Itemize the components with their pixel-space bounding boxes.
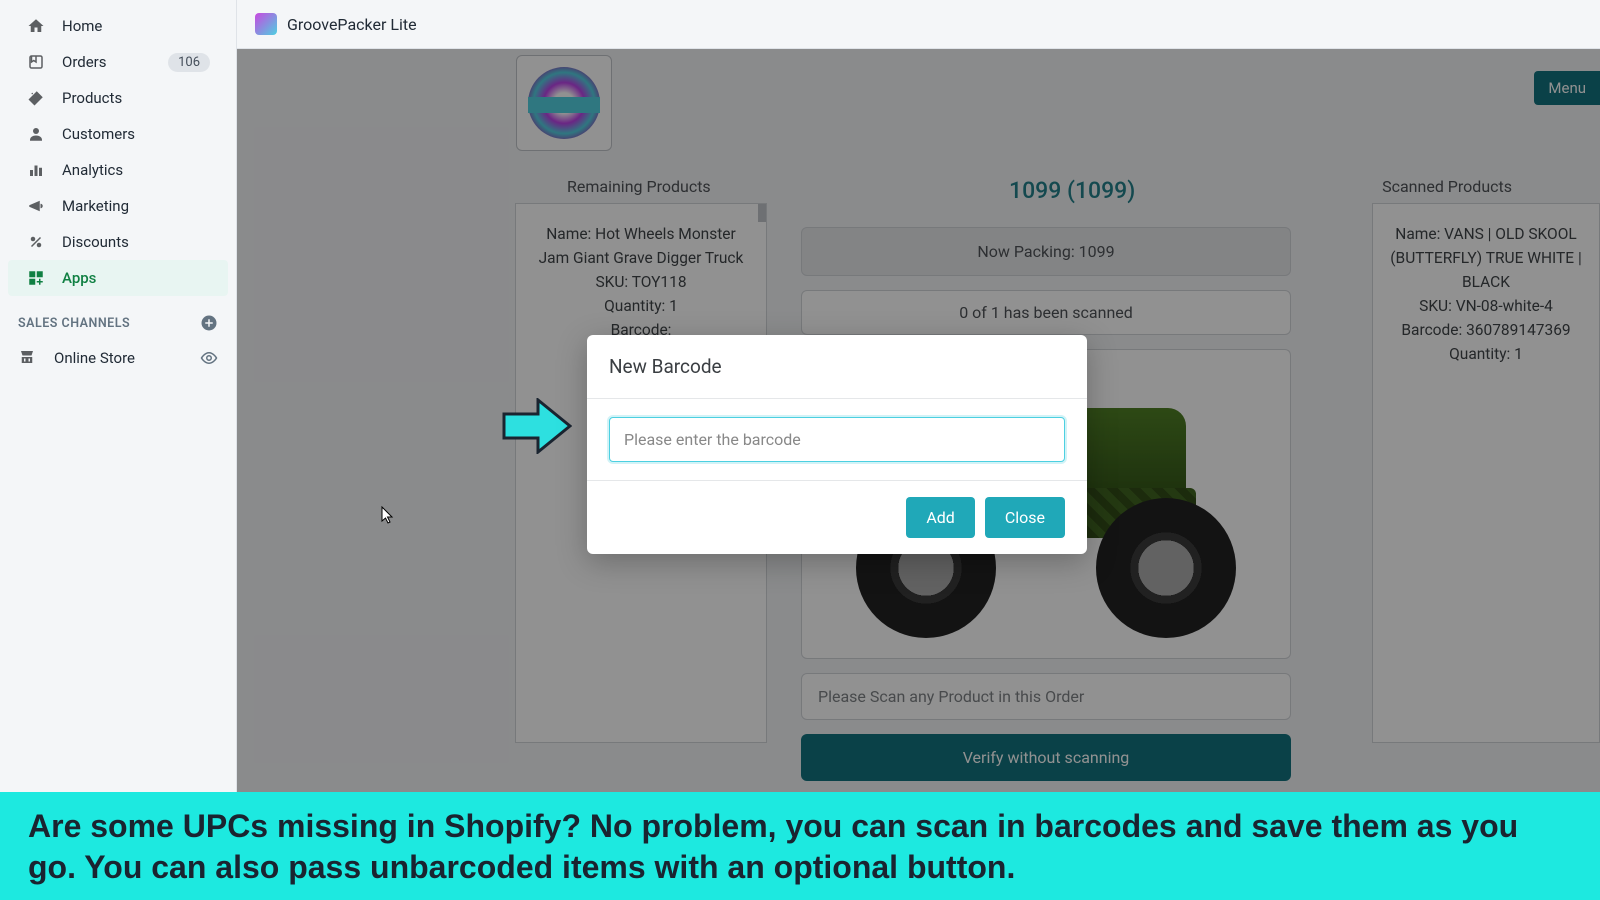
sidebar: Home Orders 106 Products Customers Analy… — [0, 0, 237, 900]
discounts-icon — [26, 232, 46, 252]
app-logo-icon — [255, 13, 277, 35]
sidebar-item-label: Products — [62, 89, 122, 107]
caption-banner: Are some UPCs missing in Shopify? No pro… — [0, 792, 1600, 900]
sidebar-item-label: Analytics — [62, 161, 123, 179]
add-channel-icon[interactable] — [200, 314, 218, 332]
sidebar-item-label: Customers — [62, 125, 135, 143]
channel-label: Online Store — [54, 349, 135, 367]
sidebar-item-label: Home — [62, 17, 102, 35]
barcode-input[interactable] — [609, 417, 1065, 462]
apps-icon — [26, 268, 46, 288]
sidebar-item-apps[interactable]: Apps — [8, 260, 228, 296]
sidebar-item-products[interactable]: Products — [8, 80, 228, 116]
add-button[interactable]: Add — [906, 497, 974, 538]
new-barcode-modal: New Barcode Add Close — [587, 335, 1087, 554]
marketing-icon — [26, 196, 46, 216]
sales-channels-header: SALES CHANNELS — [0, 296, 236, 340]
store-icon — [18, 348, 38, 368]
orders-badge: 106 — [168, 53, 210, 72]
sidebar-item-orders[interactable]: Orders 106 — [8, 44, 228, 80]
analytics-icon — [26, 160, 46, 180]
modal-title: New Barcode — [587, 335, 1087, 399]
view-store-icon[interactable] — [200, 349, 218, 367]
arrow-callout-icon — [502, 398, 572, 454]
app-title: GroovePacker Lite — [287, 15, 417, 34]
section-label: SALES CHANNELS — [18, 316, 130, 331]
sidebar-item-customers[interactable]: Customers — [8, 116, 228, 152]
sidebar-item-label: Apps — [62, 269, 96, 287]
products-icon — [26, 88, 46, 108]
topbar: GroovePacker Lite — [237, 0, 1600, 49]
orders-icon — [26, 52, 46, 72]
customers-icon — [26, 124, 46, 144]
sidebar-item-home[interactable]: Home — [8, 8, 228, 44]
close-button[interactable]: Close — [985, 497, 1065, 538]
sidebar-item-marketing[interactable]: Marketing — [8, 188, 228, 224]
home-icon — [26, 16, 46, 36]
mouse-cursor-icon — [381, 506, 395, 526]
channel-online-store[interactable]: Online Store — [0, 340, 236, 376]
sidebar-item-label: Orders — [62, 53, 107, 71]
sidebar-item-label: Discounts — [62, 233, 129, 251]
sidebar-item-discounts[interactable]: Discounts — [8, 224, 228, 260]
sidebar-item-label: Marketing — [62, 197, 129, 215]
sidebar-item-analytics[interactable]: Analytics — [8, 152, 228, 188]
